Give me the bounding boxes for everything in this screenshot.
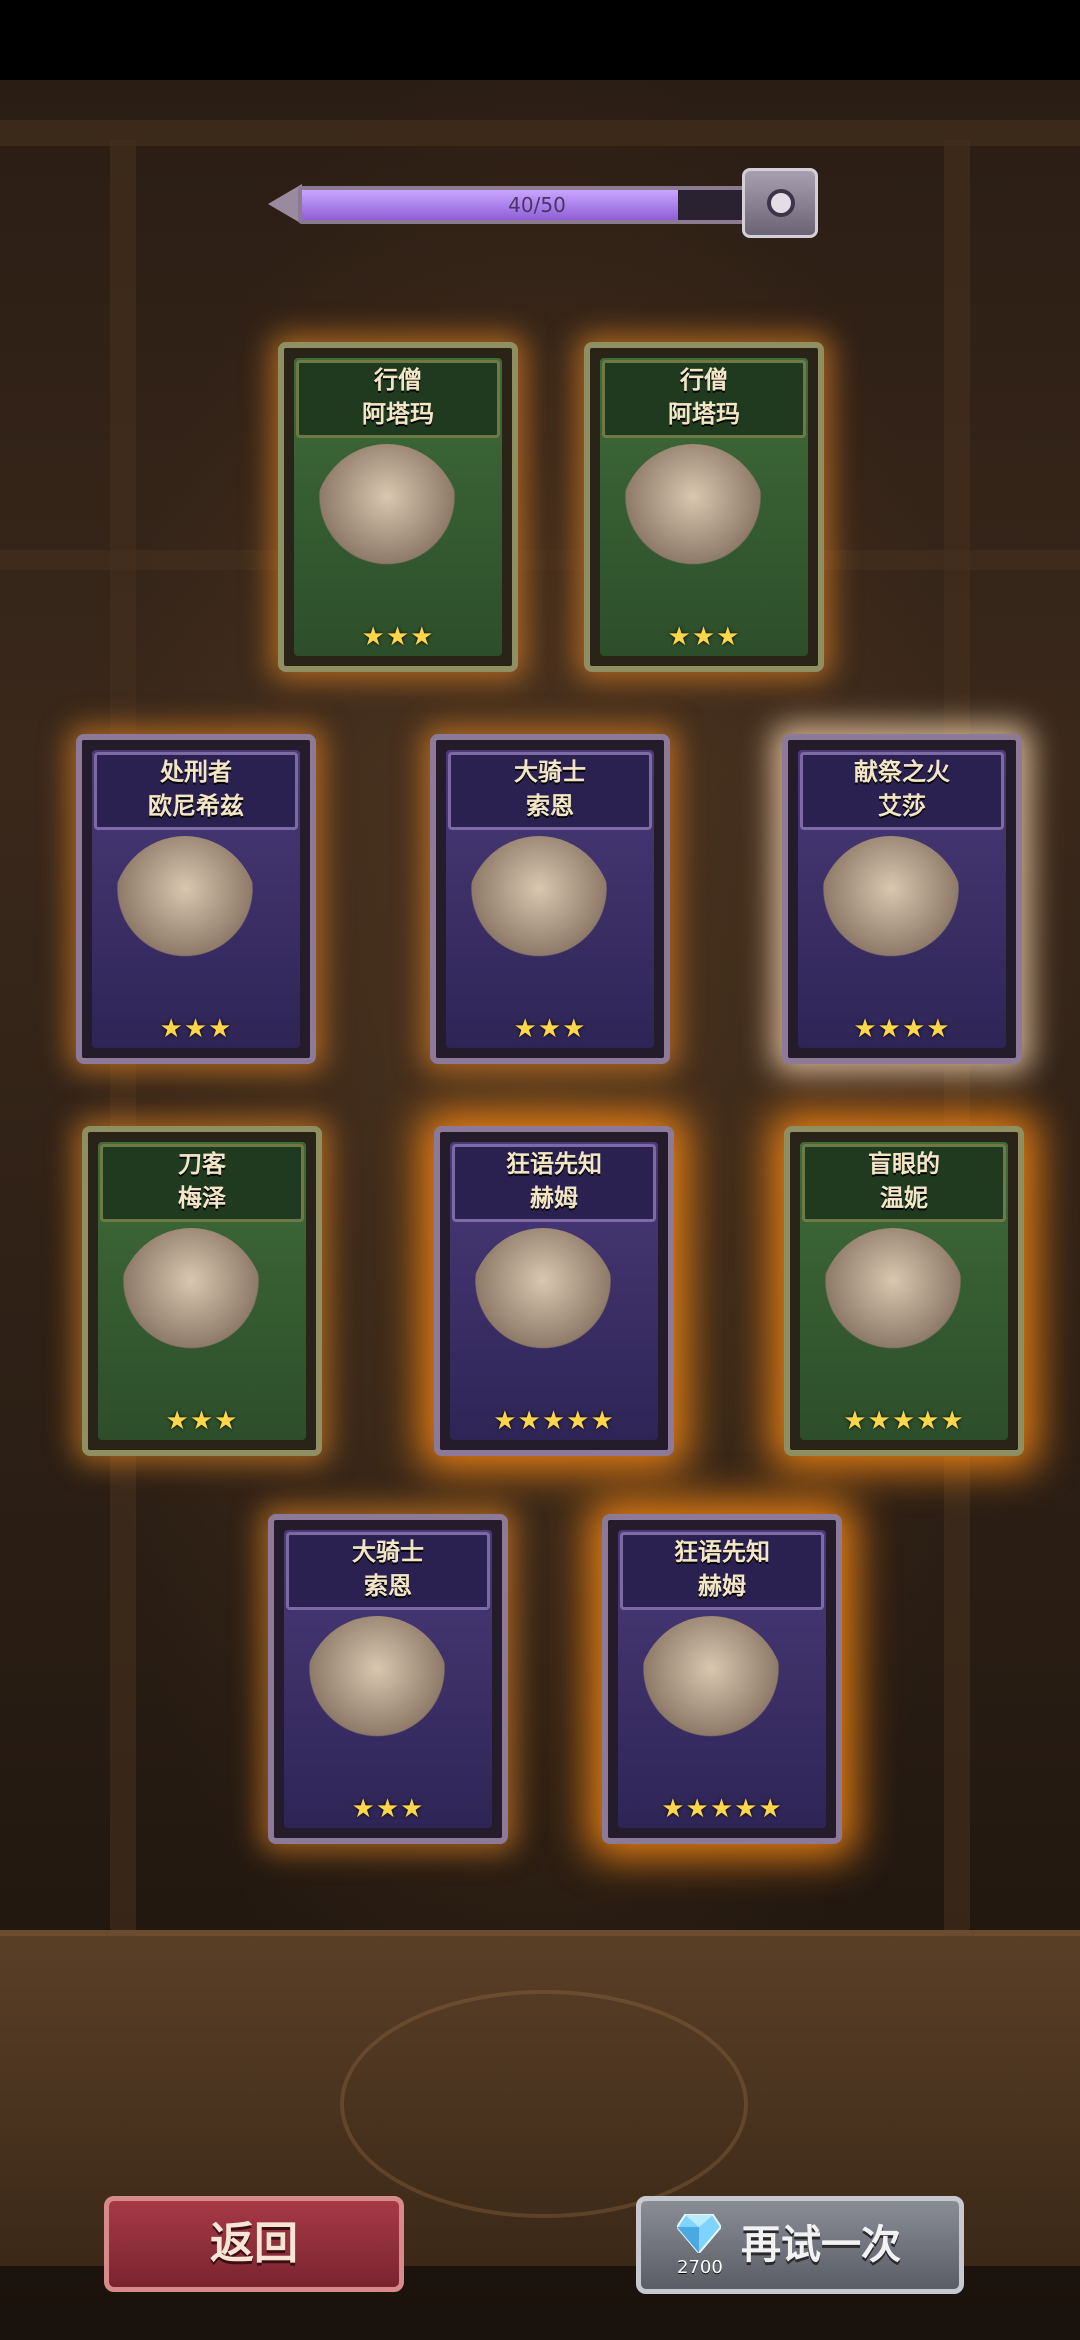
star-rating: ★★★★★ bbox=[843, 1406, 965, 1436]
hero-portrait bbox=[638, 1616, 784, 1766]
hero-card[interactable]: 刀客 梅泽 ★★★ bbox=[82, 1126, 322, 1456]
table-rune-decoration bbox=[340, 1990, 748, 2218]
reward-chest-icon[interactable] bbox=[742, 168, 818, 238]
star-rating: ★★★★★ bbox=[493, 1406, 615, 1436]
hero-card[interactable]: 行僧 阿塔玛 ★★★ bbox=[584, 342, 824, 672]
hero-card[interactable]: 狂语先知 赫姆 ★★★★★ bbox=[602, 1514, 842, 1844]
hero-portrait bbox=[112, 836, 258, 986]
star-rating: ★★★ bbox=[165, 1406, 239, 1436]
summon-progress: 40/50 bbox=[268, 168, 818, 238]
star-rating: ★★★ bbox=[351, 1794, 425, 1824]
progress-text: 40/50 bbox=[508, 193, 566, 217]
hero-card[interactable]: 盲眼的 温妮 ★★★★★ bbox=[784, 1126, 1024, 1456]
hero-portrait bbox=[620, 444, 766, 594]
hero-name: 行僧 阿塔玛 bbox=[296, 360, 500, 438]
hero-card[interactable]: 狂语先知 赫姆 ★★★★★ bbox=[434, 1126, 674, 1456]
hero-name: 大骑士 索恩 bbox=[286, 1532, 490, 1610]
star-rating: ★★★★ bbox=[853, 1014, 951, 1044]
hero-card[interactable]: 大骑士 索恩 ★★★ bbox=[268, 1514, 508, 1844]
hero-portrait bbox=[820, 1228, 966, 1378]
hero-portrait bbox=[466, 836, 612, 986]
back-button[interactable]: 返回 bbox=[104, 2196, 404, 2292]
hero-portrait bbox=[470, 1228, 616, 1378]
hero-portrait bbox=[314, 444, 460, 594]
star-rating: ★★★ bbox=[361, 622, 435, 652]
hero-name: 狂语先知 赫姆 bbox=[620, 1532, 824, 1610]
hero-name: 行僧 阿塔玛 bbox=[602, 360, 806, 438]
hero-card[interactable]: 献祭之火 艾莎 ★★★★ bbox=[782, 734, 1022, 1064]
retry-button[interactable]: 2700 再试一次 bbox=[636, 2196, 964, 2294]
hero-card[interactable]: 大骑士 索恩 ★★★ bbox=[430, 734, 670, 1064]
hero-portrait bbox=[304, 1616, 450, 1766]
star-rating: ★★★★★ bbox=[661, 1794, 783, 1824]
hero-card[interactable]: 处刑者 欧尼希兹 ★★★ bbox=[76, 734, 316, 1064]
hero-name: 大骑士 索恩 bbox=[448, 752, 652, 830]
star-rating: ★★★ bbox=[159, 1014, 233, 1044]
retry-label: 再试一次 bbox=[741, 2222, 901, 2268]
hero-card[interactable]: 行僧 阿塔玛 ★★★ bbox=[278, 342, 518, 672]
progress-track: 40/50 bbox=[298, 186, 776, 224]
retry-cost: 2700 bbox=[677, 2257, 723, 2278]
hero-name: 盲眼的 温妮 bbox=[802, 1144, 1006, 1222]
hero-portrait bbox=[118, 1228, 264, 1378]
star-rating: ★★★ bbox=[513, 1014, 587, 1044]
hero-portrait bbox=[818, 836, 964, 986]
hero-name: 刀客 梅泽 bbox=[100, 1144, 304, 1222]
hero-name: 献祭之火 艾莎 bbox=[800, 752, 1004, 830]
diamond-icon bbox=[677, 2214, 721, 2253]
star-rating: ★★★ bbox=[667, 622, 741, 652]
hero-name: 处刑者 欧尼希兹 bbox=[94, 752, 298, 830]
arrow-left-icon bbox=[268, 184, 302, 224]
hero-name: 狂语先知 赫姆 bbox=[452, 1144, 656, 1222]
status-bar bbox=[0, 0, 1080, 80]
